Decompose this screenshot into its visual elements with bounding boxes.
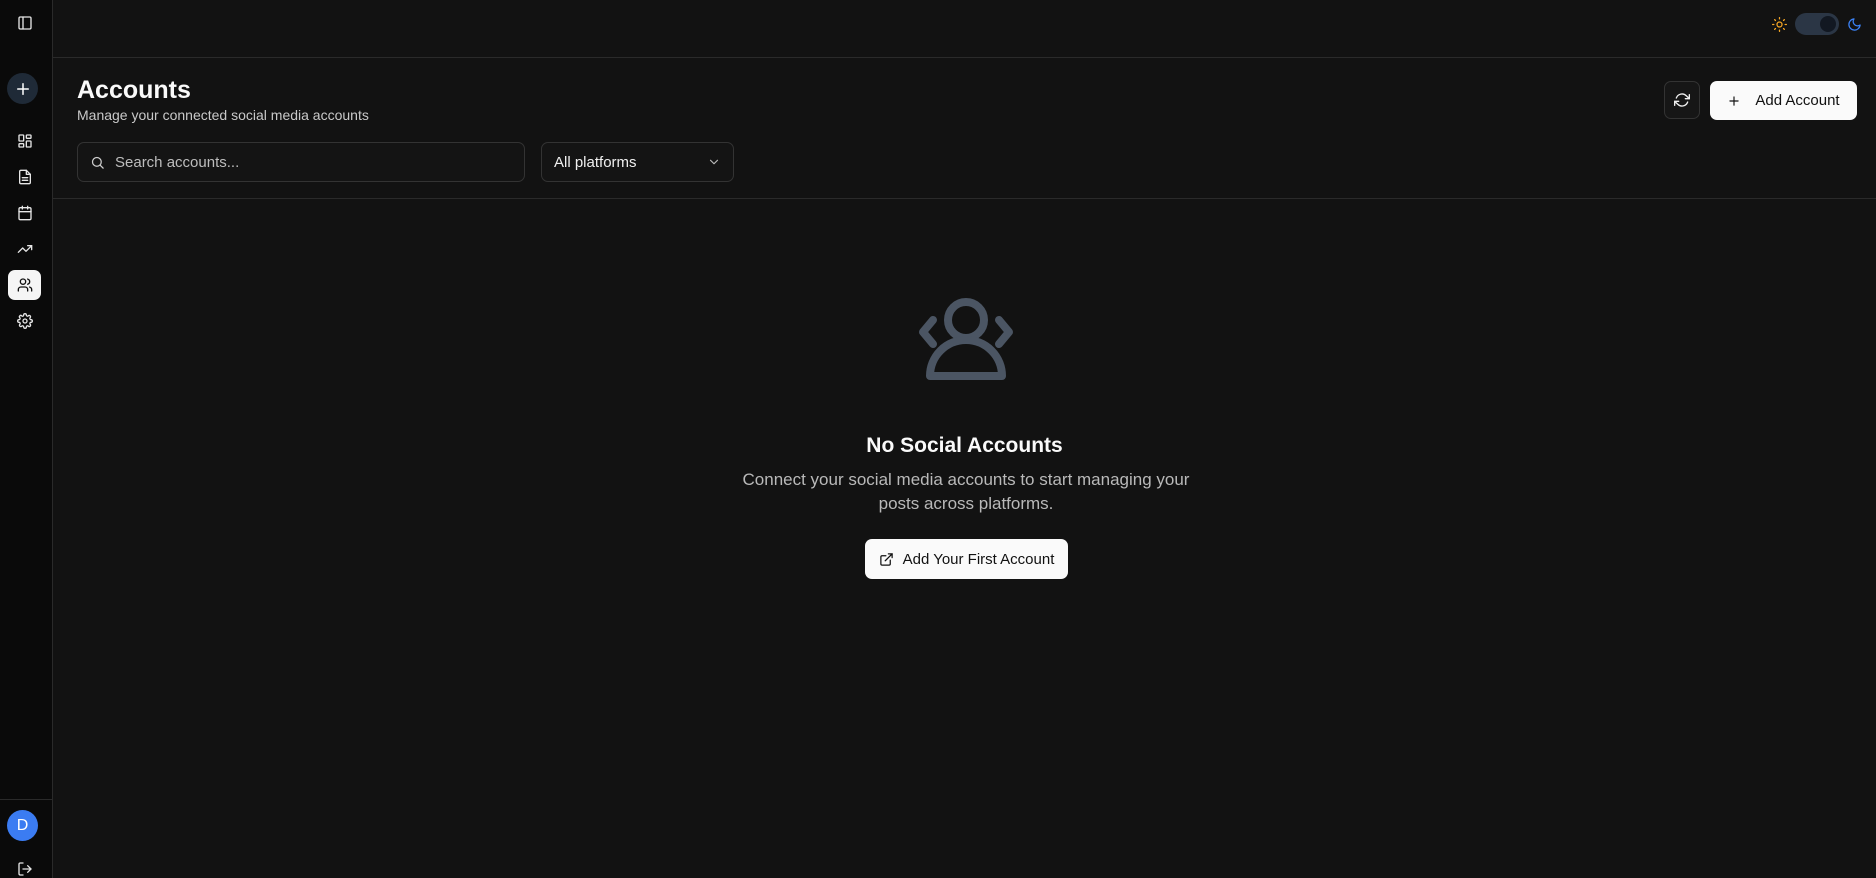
search-box bbox=[77, 142, 525, 182]
add-first-account-button[interactable]: Add Your First Account bbox=[865, 539, 1068, 579]
sidebar-item-settings[interactable] bbox=[8, 306, 41, 336]
refresh-button[interactable] bbox=[1664, 81, 1700, 119]
external-link-icon bbox=[879, 552, 893, 566]
add-account-button[interactable]: Add Account bbox=[1710, 81, 1857, 120]
app: D Accounts Manage your connected social … bbox=[0, 0, 1876, 878]
search-input[interactable] bbox=[115, 153, 515, 171]
theme-switch-knob bbox=[1820, 16, 1836, 32]
refresh-icon bbox=[1674, 93, 1690, 107]
empty-state: No Social Accounts Connect your social m… bbox=[53, 200, 1876, 600]
dashboard-grid-icon bbox=[17, 134, 32, 148]
empty-state-title: No Social Accounts bbox=[866, 434, 1063, 457]
topbar bbox=[53, 0, 1876, 58]
avatar[interactable]: D bbox=[7, 810, 38, 841]
page-title: Accounts bbox=[77, 76, 191, 104]
logout-icon bbox=[17, 862, 32, 876]
add-account-label: Add Account bbox=[1755, 92, 1840, 109]
empty-state-text: Connect your social media accounts to st… bbox=[742, 470, 1190, 513]
sidebar: D bbox=[0, 0, 53, 878]
theme-toggle bbox=[1772, 13, 1862, 35]
platform-select[interactable]: All platforms bbox=[541, 142, 734, 182]
user-code-icon bbox=[919, 298, 1013, 380]
logout-button[interactable] bbox=[8, 857, 41, 878]
plus-icon bbox=[16, 82, 29, 95]
sidebar-item-analytics[interactable] bbox=[8, 234, 41, 264]
trending-up-icon bbox=[17, 245, 32, 253]
sidebar-item-calendar[interactable] bbox=[8, 198, 41, 228]
plus-icon bbox=[1729, 95, 1740, 106]
gear-icon bbox=[16, 313, 33, 329]
sun-icon bbox=[1772, 16, 1787, 32]
sidebar-toggle-button[interactable] bbox=[8, 8, 41, 38]
sidebar-toggle-icon bbox=[17, 16, 32, 30]
page-header: Accounts Manage your connected social me… bbox=[53, 58, 1876, 199]
sidebar-divider bbox=[0, 799, 52, 800]
sidebar-item-dashboard[interactable] bbox=[8, 126, 41, 156]
calendar-icon bbox=[17, 205, 32, 221]
sidebar-item-posts[interactable] bbox=[8, 162, 41, 192]
document-icon bbox=[18, 169, 31, 185]
users-icon bbox=[17, 278, 32, 292]
sidebar-item-accounts[interactable] bbox=[8, 270, 41, 300]
moon-icon bbox=[1847, 17, 1862, 32]
platform-select-value: All platforms bbox=[554, 153, 637, 171]
chevron-down-icon bbox=[709, 159, 719, 165]
add-first-account-label: Add Your First Account bbox=[902, 550, 1055, 568]
page-subtitle: Manage your connected social media accou… bbox=[77, 107, 369, 123]
search-icon bbox=[91, 156, 104, 169]
theme-switch[interactable] bbox=[1795, 13, 1839, 35]
new-post-button[interactable] bbox=[7, 73, 38, 104]
